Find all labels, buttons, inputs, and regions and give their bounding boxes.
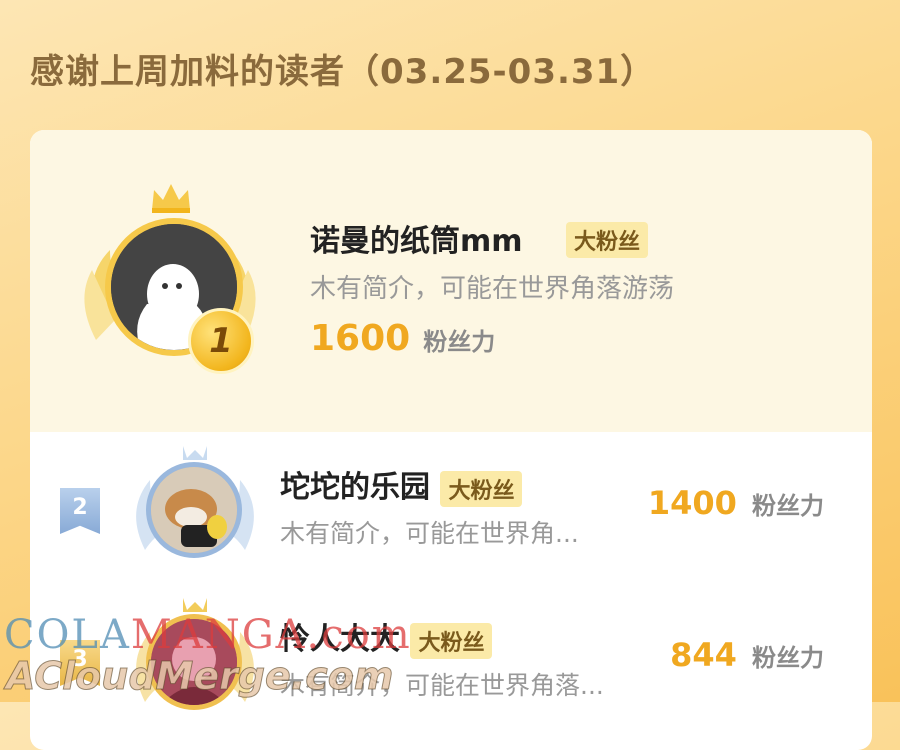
user-name[interactable]: 诺曼的纸筒mm: [310, 216, 523, 260]
fan-power-value: 1600: [310, 318, 411, 359]
user-name[interactable]: 坨坨的乐园 大粉丝: [280, 462, 523, 507]
user-intro: 木有简介，可能在世界角...: [280, 519, 579, 548]
fan-power-value: 1400: [647, 484, 737, 522]
fan-power-label: 粉丝力: [752, 492, 824, 520]
user-name-text: 坨坨的乐园: [280, 470, 430, 505]
fan-power: 1400 粉丝力: [648, 484, 824, 522]
anime-photo-icon: [151, 619, 237, 705]
fan-level-badge: 大粉丝: [440, 470, 523, 507]
fan-power: 844 粉丝力: [670, 636, 824, 674]
list-item[interactable]: 3 怜人大大 大粉丝 木有简介，可能在世界角落... 844 粉丝力: [30, 592, 872, 732]
fan-level-badge: 大粉丝: [566, 222, 649, 258]
fan-power: 1600 粉丝力: [310, 318, 495, 359]
user-name[interactable]: 怜人大大 大粉丝: [280, 614, 493, 659]
avatar[interactable]: [146, 462, 242, 558]
fan-level-badge: 大粉丝: [410, 622, 493, 659]
avatar[interactable]: [146, 614, 242, 710]
rank-flag-icon: 2: [60, 488, 100, 534]
fan-power-value: 844: [670, 636, 737, 674]
fan-power-label: 粉丝力: [423, 328, 496, 356]
fan-power-label: 粉丝力: [752, 644, 824, 672]
ranking-card: 1 诺曼的纸筒mm 大粉丝 木有简介，可能在世界角落游荡 1600 粉丝力 2: [30, 130, 872, 750]
page-title: 感谢上周加料的读者（03.25-03.31）: [30, 52, 656, 92]
rank-flag-icon: 3: [60, 640, 100, 686]
first-place-entry[interactable]: 1 诺曼的纸筒mm 大粉丝 木有简介，可能在世界角落游荡 1600 粉丝力: [30, 130, 872, 432]
dog-photo-icon: [151, 467, 237, 553]
user-name-text: 怜人大大: [280, 622, 400, 657]
list-item[interactable]: 2 坨坨的乐园 大粉丝 木有简介，可能在世界角... 1400 粉丝力: [30, 440, 872, 580]
user-intro: 木有简介，可能在世界角落...: [280, 671, 604, 700]
user-intro: 木有简介，可能在世界角落游荡: [310, 274, 675, 304]
crown-icon: [152, 184, 190, 213]
medal-icon: 1: [188, 308, 254, 374]
